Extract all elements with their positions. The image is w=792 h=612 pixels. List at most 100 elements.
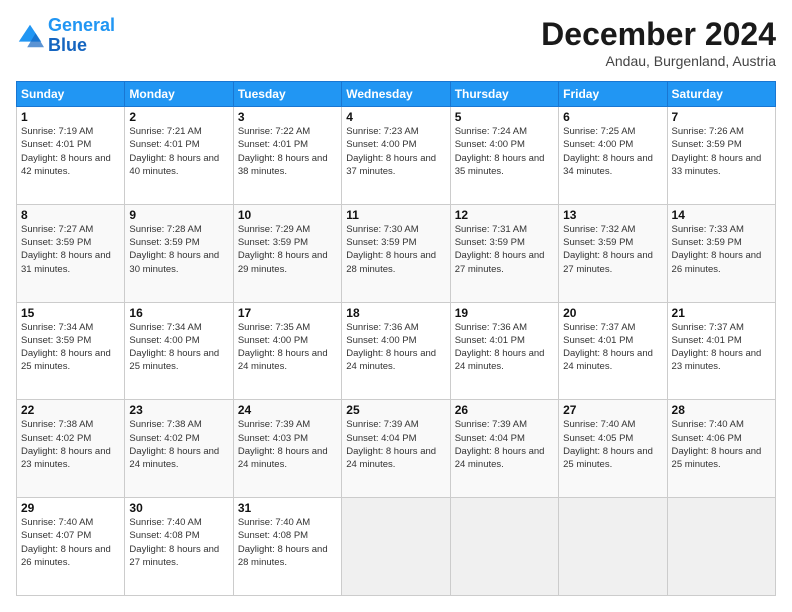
day-number: 22 xyxy=(21,403,120,417)
calendar-cell: 28 Sunrise: 7:40 AM Sunset: 4:06 PM Dayl… xyxy=(667,400,775,498)
day-number: 15 xyxy=(21,306,120,320)
day-number: 2 xyxy=(129,110,228,124)
calendar-cell xyxy=(667,498,775,596)
calendar-header-row: SundayMondayTuesdayWednesdayThursdayFrid… xyxy=(17,82,776,107)
calendar-cell: 21 Sunrise: 7:37 AM Sunset: 4:01 PM Dayl… xyxy=(667,302,775,400)
day-header-sunday: Sunday xyxy=(17,82,125,107)
day-number: 8 xyxy=(21,208,120,222)
day-info: Sunrise: 7:29 AM Sunset: 3:59 PM Dayligh… xyxy=(238,223,337,276)
day-number: 19 xyxy=(455,306,554,320)
day-header-saturday: Saturday xyxy=(667,82,775,107)
calendar-cell: 11 Sunrise: 7:30 AM Sunset: 3:59 PM Dayl… xyxy=(342,204,450,302)
day-info: Sunrise: 7:30 AM Sunset: 3:59 PM Dayligh… xyxy=(346,223,445,276)
day-header-wednesday: Wednesday xyxy=(342,82,450,107)
calendar-cell: 16 Sunrise: 7:34 AM Sunset: 4:00 PM Dayl… xyxy=(125,302,233,400)
day-info: Sunrise: 7:35 AM Sunset: 4:00 PM Dayligh… xyxy=(238,321,337,374)
calendar-cell: 17 Sunrise: 7:35 AM Sunset: 4:00 PM Dayl… xyxy=(233,302,341,400)
calendar-cell: 12 Sunrise: 7:31 AM Sunset: 3:59 PM Dayl… xyxy=(450,204,558,302)
day-header-friday: Friday xyxy=(559,82,667,107)
calendar-cell xyxy=(450,498,558,596)
day-info: Sunrise: 7:40 AM Sunset: 4:07 PM Dayligh… xyxy=(21,516,120,569)
day-number: 26 xyxy=(455,403,554,417)
calendar-cell: 23 Sunrise: 7:38 AM Sunset: 4:02 PM Dayl… xyxy=(125,400,233,498)
day-info: Sunrise: 7:37 AM Sunset: 4:01 PM Dayligh… xyxy=(563,321,662,374)
day-number: 27 xyxy=(563,403,662,417)
day-number: 17 xyxy=(238,306,337,320)
day-number: 13 xyxy=(563,208,662,222)
calendar-cell: 24 Sunrise: 7:39 AM Sunset: 4:03 PM Dayl… xyxy=(233,400,341,498)
day-number: 30 xyxy=(129,501,228,515)
calendar-table: SundayMondayTuesdayWednesdayThursdayFrid… xyxy=(16,81,776,596)
calendar-cell: 3 Sunrise: 7:22 AM Sunset: 4:01 PM Dayli… xyxy=(233,107,341,205)
day-number: 12 xyxy=(455,208,554,222)
day-number: 4 xyxy=(346,110,445,124)
day-header-tuesday: Tuesday xyxy=(233,82,341,107)
calendar-cell: 25 Sunrise: 7:39 AM Sunset: 4:04 PM Dayl… xyxy=(342,400,450,498)
calendar-cell: 1 Sunrise: 7:19 AM Sunset: 4:01 PM Dayli… xyxy=(17,107,125,205)
day-info: Sunrise: 7:37 AM Sunset: 4:01 PM Dayligh… xyxy=(672,321,771,374)
day-info: Sunrise: 7:22 AM Sunset: 4:01 PM Dayligh… xyxy=(238,125,337,178)
day-number: 21 xyxy=(672,306,771,320)
day-info: Sunrise: 7:40 AM Sunset: 4:05 PM Dayligh… xyxy=(563,418,662,471)
calendar-cell: 29 Sunrise: 7:40 AM Sunset: 4:07 PM Dayl… xyxy=(17,498,125,596)
calendar-cell: 10 Sunrise: 7:29 AM Sunset: 3:59 PM Dayl… xyxy=(233,204,341,302)
calendar-week-4: 22 Sunrise: 7:38 AM Sunset: 4:02 PM Dayl… xyxy=(17,400,776,498)
location: Andau, Burgenland, Austria xyxy=(541,53,776,69)
day-info: Sunrise: 7:24 AM Sunset: 4:00 PM Dayligh… xyxy=(455,125,554,178)
day-info: Sunrise: 7:40 AM Sunset: 4:06 PM Dayligh… xyxy=(672,418,771,471)
calendar-cell: 6 Sunrise: 7:25 AM Sunset: 4:00 PM Dayli… xyxy=(559,107,667,205)
day-info: Sunrise: 7:36 AM Sunset: 4:01 PM Dayligh… xyxy=(455,321,554,374)
calendar-week-5: 29 Sunrise: 7:40 AM Sunset: 4:07 PM Dayl… xyxy=(17,498,776,596)
calendar-cell xyxy=(559,498,667,596)
logo-icon xyxy=(16,22,44,50)
day-info: Sunrise: 7:36 AM Sunset: 4:00 PM Dayligh… xyxy=(346,321,445,374)
calendar-cell: 14 Sunrise: 7:33 AM Sunset: 3:59 PM Dayl… xyxy=(667,204,775,302)
day-number: 9 xyxy=(129,208,228,222)
day-number: 14 xyxy=(672,208,771,222)
calendar-cell: 7 Sunrise: 7:26 AM Sunset: 3:59 PM Dayli… xyxy=(667,107,775,205)
day-info: Sunrise: 7:34 AM Sunset: 3:59 PM Dayligh… xyxy=(21,321,120,374)
day-number: 28 xyxy=(672,403,771,417)
calendar-cell: 31 Sunrise: 7:40 AM Sunset: 4:08 PM Dayl… xyxy=(233,498,341,596)
day-info: Sunrise: 7:39 AM Sunset: 4:04 PM Dayligh… xyxy=(346,418,445,471)
calendar-week-1: 1 Sunrise: 7:19 AM Sunset: 4:01 PM Dayli… xyxy=(17,107,776,205)
day-number: 11 xyxy=(346,208,445,222)
day-info: Sunrise: 7:38 AM Sunset: 4:02 PM Dayligh… xyxy=(21,418,120,471)
logo: General Blue xyxy=(16,16,115,56)
day-info: Sunrise: 7:40 AM Sunset: 4:08 PM Dayligh… xyxy=(238,516,337,569)
day-number: 16 xyxy=(129,306,228,320)
day-number: 20 xyxy=(563,306,662,320)
day-number: 3 xyxy=(238,110,337,124)
day-info: Sunrise: 7:31 AM Sunset: 3:59 PM Dayligh… xyxy=(455,223,554,276)
day-info: Sunrise: 7:32 AM Sunset: 3:59 PM Dayligh… xyxy=(563,223,662,276)
calendar-week-3: 15 Sunrise: 7:34 AM Sunset: 3:59 PM Dayl… xyxy=(17,302,776,400)
calendar-cell: 22 Sunrise: 7:38 AM Sunset: 4:02 PM Dayl… xyxy=(17,400,125,498)
day-info: Sunrise: 7:34 AM Sunset: 4:00 PM Dayligh… xyxy=(129,321,228,374)
calendar-cell: 8 Sunrise: 7:27 AM Sunset: 3:59 PM Dayli… xyxy=(17,204,125,302)
logo-text: General Blue xyxy=(48,16,115,56)
day-info: Sunrise: 7:23 AM Sunset: 4:00 PM Dayligh… xyxy=(346,125,445,178)
day-info: Sunrise: 7:38 AM Sunset: 4:02 PM Dayligh… xyxy=(129,418,228,471)
day-info: Sunrise: 7:21 AM Sunset: 4:01 PM Dayligh… xyxy=(129,125,228,178)
day-number: 6 xyxy=(563,110,662,124)
day-header-thursday: Thursday xyxy=(450,82,558,107)
day-number: 18 xyxy=(346,306,445,320)
day-number: 1 xyxy=(21,110,120,124)
title-area: December 2024 Andau, Burgenland, Austria xyxy=(541,16,776,69)
calendar-cell: 4 Sunrise: 7:23 AM Sunset: 4:00 PM Dayli… xyxy=(342,107,450,205)
day-info: Sunrise: 7:19 AM Sunset: 4:01 PM Dayligh… xyxy=(21,125,120,178)
calendar-cell: 19 Sunrise: 7:36 AM Sunset: 4:01 PM Dayl… xyxy=(450,302,558,400)
day-number: 5 xyxy=(455,110,554,124)
calendar-cell xyxy=(342,498,450,596)
calendar-cell: 30 Sunrise: 7:40 AM Sunset: 4:08 PM Dayl… xyxy=(125,498,233,596)
day-number: 24 xyxy=(238,403,337,417)
day-info: Sunrise: 7:39 AM Sunset: 4:04 PM Dayligh… xyxy=(455,418,554,471)
header: General Blue December 2024 Andau, Burgen… xyxy=(16,16,776,69)
month-title: December 2024 xyxy=(541,16,776,53)
calendar-week-2: 8 Sunrise: 7:27 AM Sunset: 3:59 PM Dayli… xyxy=(17,204,776,302)
calendar-cell: 13 Sunrise: 7:32 AM Sunset: 3:59 PM Dayl… xyxy=(559,204,667,302)
calendar-cell: 20 Sunrise: 7:37 AM Sunset: 4:01 PM Dayl… xyxy=(559,302,667,400)
day-info: Sunrise: 7:28 AM Sunset: 3:59 PM Dayligh… xyxy=(129,223,228,276)
day-header-monday: Monday xyxy=(125,82,233,107)
page: General Blue December 2024 Andau, Burgen… xyxy=(0,0,792,612)
